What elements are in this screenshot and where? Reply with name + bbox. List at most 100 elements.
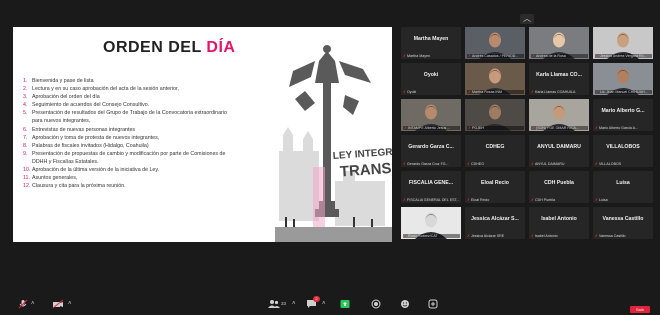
- participant-name: Oyoki: [423, 72, 439, 78]
- participant-tile[interactable]: FISCALIA GENE... ✗FISCALIA GENERAL DEL ES…: [401, 171, 461, 203]
- agenda-item-text: Aprobación de la última versión de la in…: [32, 167, 160, 174]
- participant-label: ✗Martha Mayen: [403, 54, 460, 58]
- muted-mic-icon: ✗: [595, 162, 599, 166]
- participant-tile[interactable]: ✗Martha Rosas INM: [465, 63, 525, 95]
- participant-tile[interactable]: ✗PGJEH: [465, 99, 525, 131]
- participant-label: ✗Jessica Alcázar SRE: [467, 234, 524, 238]
- agenda-item: 6. Entrevistas de nuevas personas integra…: [23, 126, 278, 134]
- agenda-item: 12. Clausura y cita para la próxima reuni…: [23, 182, 278, 190]
- participant-tile[interactable]: Luisa ✗Luisa: [593, 171, 653, 203]
- sign-line-2: TRANS: [339, 160, 392, 181]
- apps-icon[interactable]: [428, 299, 438, 309]
- muted-mic-icon: ✗: [403, 54, 407, 58]
- chevron-up-icon[interactable]: ︿: [520, 14, 534, 24]
- participant-label: ✗FISCALIA GENERAL DEL EST...: [403, 198, 460, 202]
- participants-icon[interactable]: [268, 299, 280, 309]
- video-options-caret-icon[interactable]: ˄: [68, 299, 72, 309]
- agenda-item-text: Asuntos generales,: [32, 175, 78, 182]
- participant-tile[interactable]: Isabel Antonio ✗Isabel Antonio: [529, 207, 589, 239]
- participant-label-text: Mario Alberto Garcia A...: [599, 126, 638, 130]
- participant-label: ✗ANYUL DAIMARU: [531, 162, 588, 166]
- participant-tile[interactable]: ANYUL DAIMARU ✗ANYUL DAIMARU: [529, 135, 589, 167]
- participant-label: ✗Eloal Recio: [467, 198, 524, 202]
- participant-tile[interactable]: Mario Alberto G... ✗Mario Alberto Garcia …: [593, 99, 653, 131]
- share-screen-icon[interactable]: [340, 299, 350, 309]
- chat-caret-icon[interactable]: ˄: [322, 299, 326, 309]
- participant-tile[interactable]: VILLALOBOS ✗VILLALOBOS: [593, 135, 653, 167]
- shared-screen-slide: ORDEN DEL DÍA 1. Bienvenida y pase de lis…: [13, 27, 392, 242]
- participant-tile[interactable]: CDHEG ✗CDHEG: [465, 135, 525, 167]
- leave-button[interactable]: Salir: [630, 306, 650, 313]
- participant-label-text: FISCALIA GENERAL DEL EST...: [407, 198, 460, 202]
- participant-name: VILLALOBOS: [606, 144, 640, 150]
- participant-tile[interactable]: ✗Jessica Andrea Vergara Ró...: [593, 27, 653, 59]
- participant-tile[interactable]: Oyoki ✗Oyoki: [401, 63, 461, 95]
- agenda-item: 9. Presentación de propuestas de cambio y…: [23, 150, 278, 158]
- video-camera-off-icon[interactable]: [52, 299, 64, 309]
- mic-options-caret-icon[interactable]: ˄: [31, 299, 35, 309]
- participant-tile[interactable]: ✗Andrea de la Rosa: [529, 27, 589, 59]
- agenda-item-text: Entrevistas de nuevas personas integrant…: [32, 126, 136, 133]
- muted-mic-icon: ✗: [596, 54, 600, 58]
- participant-tile[interactable]: Jessica Alcázar S... ✗Jessica Alcázar SRE: [465, 207, 525, 239]
- participant-label-text: Oyoki: [407, 90, 417, 94]
- chat-badge: 2: [313, 296, 320, 302]
- participant-tile[interactable]: ✗INTAMPE Alberto Jesús ...: [401, 99, 461, 131]
- record-icon[interactable]: [371, 299, 381, 309]
- agenda-item: 11. Asuntos generales,: [23, 174, 278, 182]
- muted-mic-icon: ✗: [467, 234, 471, 238]
- participant-label: ✗Mario Alberto Garcia A...: [595, 126, 652, 130]
- agenda-item-text: DDHH y Fiscalías Estatales.: [32, 158, 99, 165]
- participant-name: FISCALIA GENE...: [408, 180, 454, 186]
- participant-label-text: Karla Llamas COAHUILA: [535, 90, 576, 94]
- microphone-muted-icon[interactable]: [18, 299, 28, 309]
- participant-label: ✗Karla Llamas COAHUILA: [531, 90, 588, 94]
- agenda-item-number: 5.: [23, 110, 28, 117]
- agenda-item-text: Aprobación y toma de protesta de nuevos …: [32, 134, 160, 141]
- agenda-item-number: 10.: [23, 167, 31, 174]
- muted-mic-icon: ✗: [468, 126, 472, 130]
- participant-tile[interactable]: Vanessa Castillo ✗Vanessa Castillo: [593, 207, 653, 239]
- muted-mic-icon: ✗: [531, 234, 535, 238]
- muted-mic-icon: ✗: [531, 198, 535, 202]
- participant-tile[interactable]: CDH Puebla ✗CDH Puebla: [529, 171, 589, 203]
- agenda-item: 10. Aprobación de la última versión de la…: [23, 166, 278, 174]
- participant-tile[interactable]: Gerardo Garza C... ✗Gerardo Garza Cruz FG…: [401, 135, 461, 167]
- agenda-item-number: 11.: [23, 175, 30, 182]
- agenda-item-number: 3.: [23, 94, 28, 101]
- participant-label-text: Martha Rosas INM: [472, 90, 502, 94]
- participant-label: ✗Rocío Suárez/CAT: [403, 234, 460, 238]
- muted-mic-icon: ✗: [404, 126, 408, 130]
- agenda-item-text: Lectura y en su caso aprobación del acta…: [32, 86, 179, 93]
- muted-mic-icon: ✗: [595, 126, 599, 130]
- participant-label-text: Vanessa Castillo: [599, 234, 626, 238]
- participant-tile[interactable]: ✗(SON) FGE OMAR RICA...: [529, 99, 589, 131]
- participant-name: Jessica Alcázar S...: [471, 216, 519, 222]
- participants-caret-icon[interactable]: ˄: [292, 299, 296, 309]
- reactions-icon[interactable]: [400, 299, 410, 309]
- participant-label-text: Jessica Alcázar SRE: [471, 234, 505, 238]
- muted-mic-icon: ✗: [403, 162, 407, 166]
- participant-label: ✗Vanessa Castillo: [595, 234, 652, 238]
- muted-mic-icon: ✗: [403, 90, 407, 94]
- participant-name: CDHEG: [485, 144, 505, 150]
- participant-tile[interactable]: ✗Rocío Suárez/CAT: [401, 207, 461, 239]
- agenda-item-text: Aprobación del orden del día: [32, 94, 100, 101]
- participant-label-text: Andrea de la Rosa: [536, 54, 566, 58]
- participant-label-text: Andrés Casados / PERIOD...: [472, 54, 519, 58]
- participant-tile[interactable]: ✗Lic. Juan Manuel CHIHUAH...: [593, 63, 653, 95]
- agenda-item: 2. Lectura y en su caso aprobación del ac…: [23, 85, 278, 93]
- participant-tile[interactable]: Karla Llamas CO... ✗Karla Llamas COAHUILA: [529, 63, 589, 95]
- participant-tile[interactable]: ✗Andrés Casados / PERIOD...: [465, 27, 525, 59]
- agenda-item-number: 6.: [23, 126, 28, 133]
- agenda-item-number: 1.: [23, 78, 28, 84]
- agenda-item-number: 8.: [23, 142, 28, 149]
- agenda-item: 8. Palabras de fiscales invitados (Hidalg…: [23, 142, 278, 150]
- participant-label: ✗Martha Rosas INM: [467, 90, 524, 94]
- participant-label-text: Isabel Antonio: [535, 234, 558, 238]
- participant-name: Gerardo Garza C...: [408, 144, 454, 150]
- participant-tile[interactable]: Martha Mayen ✗Martha Mayen: [401, 27, 461, 59]
- participant-tile[interactable]: Eloal Recio ✗Eloal Recio: [465, 171, 525, 203]
- participant-name: Karla Llamas CO...: [536, 72, 582, 78]
- muted-mic-icon: ✗: [531, 162, 535, 166]
